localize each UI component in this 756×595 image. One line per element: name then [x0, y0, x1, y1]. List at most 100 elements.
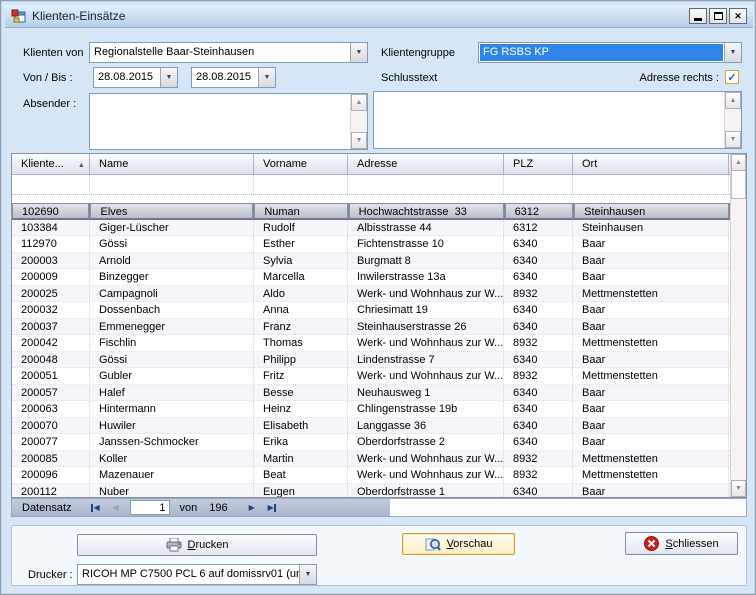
filter-cell[interactable]	[12, 175, 90, 194]
close-button[interactable]: ✕	[729, 8, 747, 24]
table-cell[interactable]: Gubler	[90, 368, 254, 384]
table-cell[interactable]: 8932	[504, 335, 573, 351]
table-cell[interactable]: Werk- und Wohnhaus zur W...	[348, 451, 504, 467]
table-cell[interactable]: Aldo	[254, 286, 348, 302]
schlusstext-textarea[interactable]: ▲ ▼	[373, 91, 742, 149]
table-row[interactable]: 200051GublerFritzWerk- und Wohnhaus zur …	[12, 368, 730, 385]
first-record-button[interactable]: ◀	[86, 500, 106, 515]
table-cell[interactable]: Elves	[90, 203, 253, 219]
table-cell[interactable]: 200025	[12, 286, 90, 302]
table-cell[interactable]: 102690	[12, 203, 89, 219]
table-cell[interactable]: Franz	[254, 319, 348, 335]
table-cell[interactable]: 6340	[504, 484, 573, 498]
record-position-input[interactable]: 1	[130, 500, 170, 515]
adresse-rechts-checkbox[interactable]: ✓	[725, 70, 739, 84]
table-cell[interactable]: 200085	[12, 451, 90, 467]
table-cell[interactable]: Besse	[254, 385, 348, 401]
table-cell[interactable]: Chriesimatt 19	[348, 302, 504, 318]
table-row[interactable]: 200096MazenauerBeatWerk- und Wohnhaus zu…	[12, 467, 730, 484]
table-cell[interactable]: Marcella	[254, 269, 348, 285]
table-cell[interactable]: 200048	[12, 352, 90, 368]
scroll-up-icon[interactable]: ▲	[725, 92, 741, 109]
table-cell[interactable]: 200042	[12, 335, 90, 351]
scroll-up-icon[interactable]: ▲	[731, 154, 746, 171]
table-cell[interactable]: 6340	[504, 385, 573, 401]
klientengruppe-combobox[interactable]: FG RSBS KP ▼	[478, 42, 742, 63]
table-cell[interactable]: Oberdorfstrasse 2	[348, 434, 504, 450]
table-cell[interactable]: 6340	[504, 302, 573, 318]
table-cell[interactable]: Koller	[90, 451, 254, 467]
table-row[interactable]: 103384Giger-LüscherRudolfAlbisstrasse 44…	[12, 220, 730, 237]
table-cell[interactable]: Steinhausen	[573, 220, 729, 236]
table-cell[interactable]: Fichtenstrasse 10	[348, 236, 504, 252]
column-header-5[interactable]: Ort	[573, 154, 729, 174]
table-cell[interactable]: Hintermann	[90, 401, 254, 417]
table-cell[interactable]: Inwilerstrasse 13a	[348, 269, 504, 285]
dropdown-button[interactable]: ▼	[299, 565, 316, 584]
table-cell[interactable]: Campagnoli	[90, 286, 254, 302]
table-cell[interactable]: Steinhauserstrasse 26	[348, 319, 504, 335]
table-row[interactable]: 200085KollerMartinWerk- und Wohnhaus zur…	[12, 451, 730, 468]
table-cell[interactable]: Heinz	[254, 401, 348, 417]
table-cell[interactable]: Gössi	[90, 236, 254, 252]
maximize-button[interactable]	[709, 8, 727, 24]
scroll-down-icon[interactable]: ▼	[351, 132, 367, 149]
table-cell[interactable]: 8932	[504, 451, 573, 467]
dropdown-button[interactable]: ▼	[350, 43, 367, 62]
table-cell[interactable]: 6340	[504, 269, 573, 285]
table-cell[interactable]: Werk- und Wohnhaus zur W...	[348, 368, 504, 384]
table-cell[interactable]: 8932	[504, 286, 573, 302]
table-scrollbar[interactable]: ▲ ▼	[730, 154, 746, 497]
table-cell[interactable]: Nuber	[90, 484, 254, 498]
table-cell[interactable]: Oberdorfstrasse 1	[348, 484, 504, 498]
schliessen-button[interactable]: Schliessen	[625, 532, 738, 555]
table-cell[interactable]: Werk- und Wohnhaus zur W...	[348, 467, 504, 483]
table-cell[interactable]: Werk- und Wohnhaus zur W...	[348, 286, 504, 302]
table-cell[interactable]: 200037	[12, 319, 90, 335]
table-cell[interactable]: Elisabeth	[254, 418, 348, 434]
table-filter-row[interactable]	[12, 175, 730, 195]
table-cell[interactable]: Philipp	[254, 352, 348, 368]
table-row[interactable]: 200070HuwilerElisabethLanggasse 366340Ba…	[12, 418, 730, 435]
dropdown-button[interactable]: ▼	[258, 68, 275, 87]
table-cell[interactable]: Mettmenstetten	[573, 451, 729, 467]
table-cell[interactable]: 8932	[504, 368, 573, 384]
table-cell[interactable]: 200077	[12, 434, 90, 450]
title-bar[interactable]: Klienten-Einsätze ✕	[5, 5, 753, 28]
table-cell[interactable]: Gössi	[90, 352, 254, 368]
table-cell[interactable]: Anna	[254, 302, 348, 318]
vorschau-button[interactable]: Vorschau	[402, 533, 515, 555]
table-cell[interactable]: 6312	[504, 220, 573, 236]
table-row[interactable]: 102690ElvesNumanHochwachtstrasse 336312S…	[12, 203, 730, 220]
table-cell[interactable]: Martin	[254, 451, 348, 467]
table-cell[interactable]: 200009	[12, 269, 90, 285]
table-row[interactable]: 112970GössiEstherFichtenstrasse 106340Ba…	[12, 236, 730, 253]
table-row[interactable]: 200009BinzeggerMarcellaInwilerstrasse 13…	[12, 269, 730, 286]
filter-cell[interactable]	[573, 175, 729, 194]
table-row[interactable]: 200025CampagnoliAldoWerk- und Wohnhaus z…	[12, 286, 730, 303]
table-cell[interactable]: Baar	[573, 385, 729, 401]
previous-record-button[interactable]: ◀	[106, 500, 126, 515]
table-cell[interactable]: Albisstrasse 44	[348, 220, 504, 236]
table-cell[interactable]: Mettmenstetten	[573, 467, 729, 483]
column-header-0[interactable]: Kliente...▲	[12, 154, 90, 174]
table-cell[interactable]: Dossenbach	[90, 302, 254, 318]
table-cell[interactable]: Neuhausweg 1	[348, 385, 504, 401]
table-cell[interactable]: Thomas	[254, 335, 348, 351]
table-cell[interactable]: Baar	[573, 253, 729, 269]
table-cell[interactable]: Baar	[573, 434, 729, 450]
table-cell[interactable]: 200032	[12, 302, 90, 318]
table-row[interactable]: 200063HintermannHeinzChlingenstrasse 19b…	[12, 401, 730, 418]
filter-cell[interactable]	[504, 175, 573, 194]
scrollbar-thumb[interactable]	[731, 171, 746, 199]
table-cell[interactable]: Baar	[573, 418, 729, 434]
table-cell[interactable]: 8932	[504, 467, 573, 483]
table-cell[interactable]: 6340	[504, 434, 573, 450]
table-cell[interactable]: Eugen	[254, 484, 348, 498]
table-cell[interactable]: 112970	[12, 236, 90, 252]
filter-cell[interactable]	[348, 175, 504, 194]
table-cell[interactable]: Baar	[573, 236, 729, 252]
table-cell[interactable]: Mettmenstetten	[573, 368, 729, 384]
next-record-button[interactable]: ▶	[242, 500, 262, 515]
absender-textarea[interactable]: ▲ ▼	[89, 93, 368, 150]
